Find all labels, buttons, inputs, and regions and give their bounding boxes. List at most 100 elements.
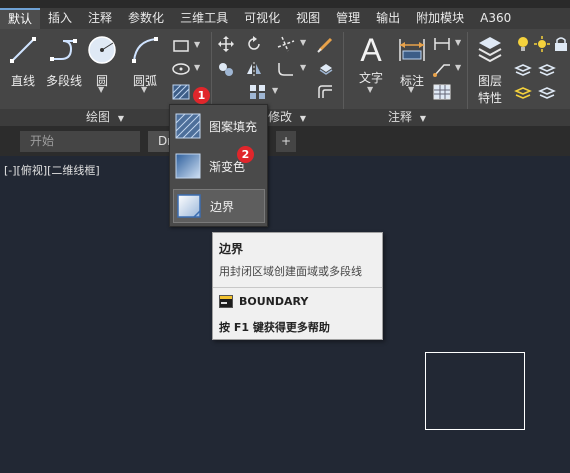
leader-icon[interactable]: [432, 60, 452, 78]
menu-item-hatch[interactable]: 图案填充: [173, 109, 265, 143]
annotation-panel-title[interactable]: 注释 ▼: [388, 109, 426, 126]
menu-item-boundary-label: 边界: [210, 199, 235, 214]
trim-dropdown-icon[interactable]: ▼: [300, 38, 306, 47]
tab-annotate[interactable]: 注释: [80, 8, 120, 29]
rotate-icon[interactable]: [244, 35, 264, 53]
ellipse-icon[interactable]: [171, 60, 191, 78]
tooltip-description: 用封闭区域创建面域或多段线: [219, 265, 362, 278]
layers-label-1: 图层: [477, 74, 502, 88]
tooltip-help: 按 F1 键获得更多帮助: [219, 321, 330, 334]
circle-dropdown-icon[interactable]: ▼: [98, 85, 104, 94]
new-tab-plus-icon[interactable]: +: [276, 131, 296, 152]
polyline-label: 多段线: [45, 74, 82, 88]
hatch-tool-icon[interactable]: [171, 83, 191, 101]
rectangle-icon[interactable]: [171, 37, 191, 55]
arc-dropdown-icon[interactable]: ▼: [141, 85, 147, 94]
chevron-down-icon: ▼: [419, 114, 426, 123]
layer-properties-button[interactable]: 图层 特性: [470, 33, 510, 106]
line-label: 直线: [10, 74, 35, 88]
offset-icon[interactable]: [316, 83, 336, 101]
hatch-icon: [175, 113, 201, 139]
tab-parametric[interactable]: 参数化: [120, 8, 172, 29]
viewport-controls[interactable]: [-][俯视][二维线框]: [4, 162, 100, 178]
layers-label-2: 特性: [477, 91, 502, 105]
text-dropdown-icon[interactable]: ▼: [367, 85, 373, 94]
tab-visualize[interactable]: 可视化: [236, 8, 288, 29]
arc-icon: [132, 37, 158, 63]
linear-dim-dropdown-icon[interactable]: ▼: [455, 38, 461, 47]
erase-icon[interactable]: [316, 35, 336, 53]
boundary-tooltip: 边界 用封闭区域创建面域或多段线 BOUNDARY 按 F1 键获得更多帮助: [212, 232, 383, 340]
circle-icon: [88, 36, 116, 64]
dimension-icon: [399, 39, 425, 61]
draw-panel-title-text: 绘图: [86, 110, 111, 124]
boundary-icon: [177, 194, 201, 218]
fillet-dropdown-icon[interactable]: ▼: [300, 63, 306, 72]
layer-unisolate-icon[interactable]: [537, 83, 557, 101]
fillet-icon[interactable]: [276, 60, 296, 78]
arc-button[interactable]: 圆弧 ▼: [125, 33, 165, 94]
menu-bar: [0, 0, 570, 8]
modify-panel-title[interactable]: 修改 ▼: [268, 109, 306, 126]
chevron-down-icon: ▼: [299, 114, 306, 123]
tab-manage[interactable]: 管理: [328, 8, 368, 29]
lock-icon[interactable]: [551, 35, 570, 53]
linear-dim-icon[interactable]: [432, 35, 452, 53]
text-label: 文字: [358, 71, 383, 85]
layer-iso-icon[interactable]: [513, 83, 533, 101]
menu-item-boundary[interactable]: 边界: [173, 189, 265, 223]
drawn-rectangle[interactable]: [425, 352, 525, 430]
tooltip-command: BOUNDARY: [239, 295, 309, 308]
dimension-dropdown-icon[interactable]: ▼: [408, 85, 414, 94]
dimension-button[interactable]: 标注 ▼: [392, 33, 432, 94]
tab-view[interactable]: 视图: [288, 8, 328, 29]
step-badge-2: 2: [237, 146, 254, 163]
text-button[interactable]: A 文字 ▼: [351, 32, 391, 94]
layer-state-icon[interactable]: [513, 60, 533, 78]
polyline-button[interactable]: 多段线: [44, 33, 84, 89]
step-badge-1: 1: [193, 87, 210, 104]
chevron-down-icon: ▼: [117, 114, 124, 123]
layer-match-icon[interactable]: [537, 60, 557, 78]
line-button[interactable]: 直线: [3, 33, 43, 89]
ribbon-tab-bar: 默认 插入 注释 参数化 三维工具 可视化 视图 管理 输出 附加模块 A360: [0, 8, 570, 29]
draw-panel-title[interactable]: 绘图 ▼: [86, 109, 124, 126]
tab-3d-tools[interactable]: 三维工具: [172, 8, 236, 29]
move-icon[interactable]: [216, 35, 236, 53]
explode-icon[interactable]: [316, 60, 336, 78]
tab-start-label: 开始: [30, 134, 55, 148]
tab-start[interactable]: 开始: [20, 131, 140, 152]
layers-icon: [478, 37, 502, 63]
trim-icon[interactable]: [276, 35, 296, 53]
tab-default[interactable]: 默认: [0, 8, 41, 29]
command-line-icon: [219, 295, 233, 308]
copy-icon[interactable]: [216, 60, 236, 78]
annotation-panel-title-text: 注释: [388, 110, 413, 124]
ribbon-panel-area: 直线 多段线 圆 ▼ 圆弧 ▼ ▼ ▼ ▼ ▼ ▼ A 文字 ▼ 标注 ▼ ▼ …: [0, 29, 570, 109]
tab-output[interactable]: 输出: [368, 8, 408, 29]
tab-insert[interactable]: 插入: [40, 8, 80, 29]
circle-button[interactable]: 圆 ▼: [82, 33, 122, 94]
tab-a360[interactable]: A360: [472, 8, 519, 29]
gradient-icon: [175, 153, 201, 179]
line-icon: [10, 37, 36, 63]
tooltip-title: 边界: [219, 242, 244, 256]
array-icon[interactable]: [248, 83, 268, 101]
sun-icon[interactable]: [532, 35, 552, 53]
hatch-flyout-menu: 图案填充 渐变色 边界: [169, 104, 268, 227]
tooltip-divider: [213, 287, 382, 288]
array-dropdown-icon[interactable]: ▼: [272, 86, 278, 95]
polyline-icon: [50, 39, 77, 61]
leader-dropdown-icon[interactable]: ▼: [455, 63, 461, 72]
mirror-icon[interactable]: [244, 60, 264, 78]
modify-panel-title-text: 修改: [268, 110, 293, 124]
text-icon: A: [360, 32, 382, 68]
menu-item-hatch-label: 图案填充: [209, 119, 258, 134]
panel-title-bar: 绘图 ▼ 修改 ▼ 注释 ▼: [0, 109, 570, 126]
lightbulb-icon[interactable]: [513, 35, 533, 53]
rectangle-dropdown-icon[interactable]: ▼: [194, 40, 200, 49]
ellipse-dropdown-icon[interactable]: ▼: [194, 63, 200, 72]
document-tab-bar: 开始 Dr +: [0, 126, 570, 156]
tab-addins[interactable]: 附加模块: [408, 8, 472, 29]
table-icon[interactable]: [432, 83, 452, 101]
